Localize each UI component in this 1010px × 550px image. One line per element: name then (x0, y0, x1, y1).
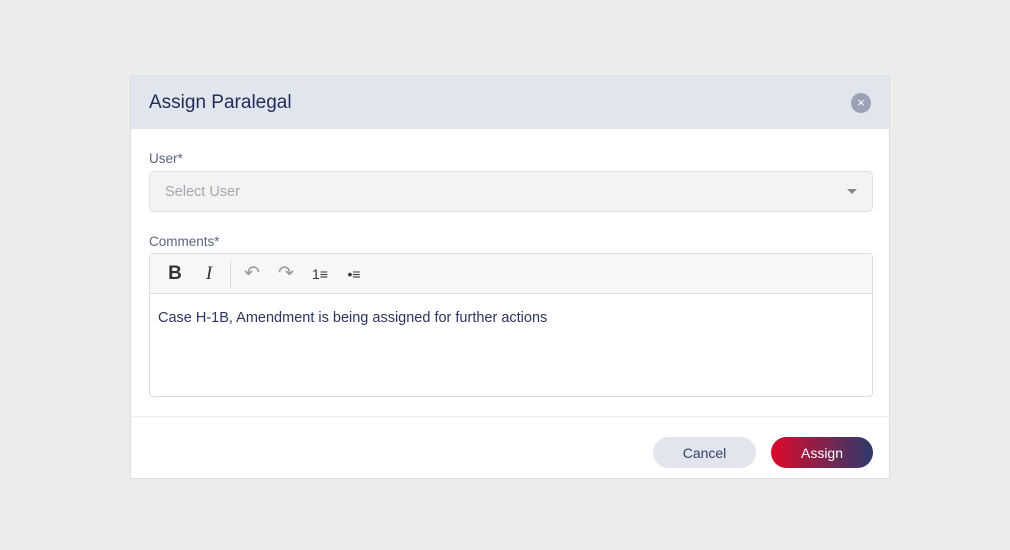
dialog-header: Assign Paralegal × (131, 76, 889, 129)
bold-icon[interactable]: B (158, 259, 192, 289)
close-icon[interactable]: × (851, 92, 871, 113)
editor-toolbar: B I ↶ ↷ 1≡ •≡ (150, 254, 872, 294)
chevron-down-icon (847, 189, 857, 194)
assign-button[interactable]: Assign (771, 437, 873, 468)
dialog-title: Assign Paralegal (149, 91, 292, 113)
italic-icon[interactable]: I (192, 259, 226, 289)
undo-icon[interactable]: ↶ (235, 259, 269, 289)
ordered-list-icon[interactable]: 1≡ (303, 259, 337, 289)
comments-editor[interactable]: B I ↶ ↷ 1≡ •≡ Case H-1B, Amendment is be… (149, 253, 873, 397)
bullet-list-icon[interactable]: •≡ (337, 259, 371, 289)
redo-icon[interactable]: ↷ (269, 259, 303, 289)
user-label: User* (149, 151, 183, 166)
toolbar-divider (230, 259, 231, 288)
comments-label: Comments* (149, 234, 220, 249)
user-select-placeholder: Select User (165, 183, 240, 200)
assign-paralegal-dialog: Assign Paralegal × User* Select User Com… (130, 75, 890, 479)
cancel-button[interactable]: Cancel (653, 437, 756, 468)
comments-text[interactable]: Case H-1B, Amendment is being assigned f… (150, 294, 872, 342)
dialog-footer-divider (131, 416, 889, 417)
user-select[interactable]: Select User (149, 171, 873, 212)
